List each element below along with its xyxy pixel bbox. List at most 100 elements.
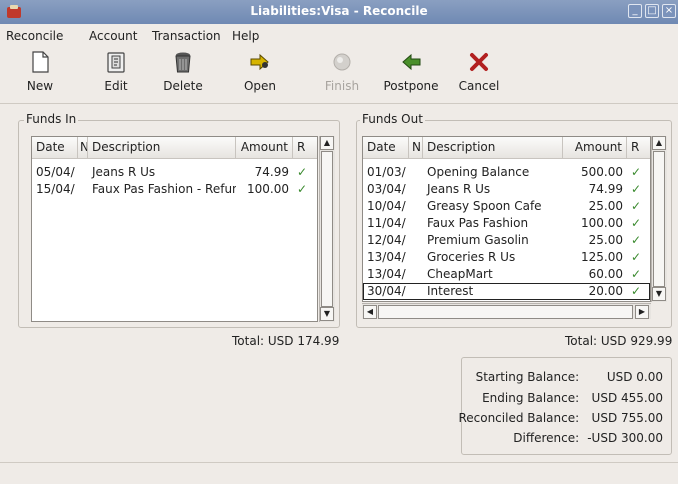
menu-help[interactable]: Help — [232, 29, 259, 43]
row-description: Interest — [427, 284, 474, 298]
row-date: 11/04/ — [367, 216, 406, 230]
row-description: Jeans R Us — [92, 165, 156, 179]
close-icon: × — [664, 5, 674, 16]
scroll-down-button[interactable]: ▼ — [320, 307, 334, 321]
reconciled-check-icon[interactable]: ✓ — [627, 283, 650, 300]
open-arrow-icon — [250, 53, 269, 71]
close-button[interactable]: × — [662, 4, 676, 18]
reconciled-check-icon[interactable]: ✓ — [627, 266, 650, 283]
funds-out-col-amount[interactable]: Amount — [563, 137, 627, 159]
new-document-icon — [32, 51, 49, 73]
funds-out-vscrollbar[interactable]: ▲ ▼ — [651, 136, 667, 302]
funds-out-label: Funds Out — [360, 112, 425, 126]
arrow-up-icon: ▲ — [655, 138, 663, 147]
reconciled-check-icon[interactable]: ✓ — [293, 164, 317, 181]
row-description: Faux Pas Fashion — [427, 216, 529, 230]
table-row[interactable]: 12/04/ Premium Gasolin 25.00 ✓ — [363, 232, 650, 249]
difference-row: Difference: -USD 300.00 — [513, 431, 663, 445]
scroll-thumb[interactable] — [321, 151, 333, 307]
funds-out-col-date[interactable]: Date — [363, 137, 409, 159]
funds-in-col-num-label: Num — [80, 140, 87, 154]
menu-account-label: Account — [89, 29, 138, 43]
menu-account[interactable]: Account — [89, 29, 137, 43]
maximize-icon: □ — [647, 5, 657, 16]
row-date: 10/04/ — [367, 199, 406, 213]
table-row[interactable]: 13/04/ CheapMart 60.00 ✓ — [363, 266, 650, 283]
scroll-left-button[interactable]: ◀ — [363, 305, 377, 319]
row-amount: 74.99 — [588, 182, 623, 196]
reconciled-check-icon[interactable]: ✓ — [627, 232, 650, 249]
row-date: 13/04/ — [367, 250, 406, 264]
reconciled-check-icon[interactable]: ✓ — [293, 181, 317, 198]
reconciled-check-icon[interactable]: ✓ — [627, 198, 650, 215]
title-bar[interactable]: Liabilities:Visa - Reconcile _ □ × — [0, 0, 678, 24]
arrow-right-icon: ▶ — [638, 307, 646, 316]
reconciled-check-icon[interactable]: ✓ — [627, 215, 650, 232]
scroll-down-button[interactable]: ▼ — [652, 287, 666, 301]
scroll-up-button[interactable]: ▲ — [320, 136, 334, 150]
row-date: 30/04/ — [367, 284, 406, 298]
table-row[interactable]: 01/03/ Opening Balance 500.00 ✓ — [363, 164, 650, 181]
menu-transaction[interactable]: Transaction — [152, 29, 221, 43]
funds-in-col-reconciled[interactable]: R — [293, 137, 317, 159]
funds-in-col-amount[interactable]: Amount — [236, 137, 293, 159]
funds-in-col-amount-label: Amount — [240, 140, 288, 154]
funds-in-col-description[interactable]: Description — [88, 137, 236, 159]
funds-out-col-num-label: N — [412, 140, 421, 154]
open-button[interactable]: Open — [240, 50, 280, 102]
funds-out-list[interactable]: Date N Description Amount R 01/03/ Openi… — [362, 136, 651, 302]
table-row[interactable]: 10/04/ Greasy Spoon Cafe 25.00 ✓ — [363, 198, 650, 215]
maximize-button[interactable]: □ — [645, 4, 659, 18]
reconciled-check-icon[interactable]: ✓ — [627, 181, 650, 198]
cancel-button[interactable]: Cancel — [456, 50, 502, 102]
arrow-down-icon: ▼ — [323, 309, 331, 318]
menu-reconcile-label: Reconcile — [6, 29, 64, 43]
funds-out-header: Date N Description Amount R — [363, 137, 650, 159]
finish-icon — [333, 53, 351, 71]
funds-in-col-date[interactable]: Date — [32, 137, 78, 159]
funds-out-col-reconciled-label: R — [631, 140, 640, 154]
funds-out-col-num[interactable]: N — [409, 137, 423, 159]
funds-in-list[interactable]: Date Num Description Amount R 05/04/ Jea… — [31, 136, 318, 322]
funds-in-vscrollbar[interactable]: ▲ ▼ — [319, 136, 335, 322]
reconciled-check-icon[interactable]: ✓ — [627, 249, 650, 266]
scroll-right-button[interactable]: ▶ — [635, 305, 649, 319]
arrow-left-icon: ◀ — [366, 307, 374, 316]
postpone-button[interactable]: Postpone — [380, 50, 442, 102]
funds-out-hscrollbar[interactable]: ◀ ▶ — [362, 303, 651, 319]
row-description: Premium Gasolin — [427, 233, 529, 247]
minimize-button[interactable]: _ — [628, 4, 642, 18]
row-date: 13/04/ — [367, 267, 406, 281]
difference-value: -USD 300.00 — [587, 431, 663, 445]
delete-button[interactable]: Delete — [160, 50, 206, 102]
balance-summary: Starting Balance: USD 0.00 Ending Balanc… — [458, 357, 672, 455]
finish-button[interactable]: Finish — [322, 50, 362, 102]
finish-label: Finish — [324, 79, 360, 93]
ending-balance-row: Ending Balance: USD 455.00 — [482, 391, 663, 405]
scroll-up-button[interactable]: ▲ — [652, 136, 666, 150]
table-row-selected[interactable]: 30/04/ Interest 20.00 ✓ — [363, 283, 650, 300]
edit-icon — [107, 52, 125, 73]
edit-label: Edit — [104, 79, 128, 93]
funds-in-total: Total: USD 174.99 — [232, 334, 340, 348]
menu-help-label: Help — [232, 29, 260, 43]
funds-out-col-description[interactable]: Description — [423, 137, 563, 159]
menu-reconcile[interactable]: Reconcile — [6, 29, 63, 43]
row-amount: 25.00 — [588, 233, 623, 247]
funds-out-col-reconciled[interactable]: R — [627, 137, 650, 159]
table-row[interactable]: 05/04/ Jeans R Us 74.99 ✓ — [32, 164, 317, 181]
difference-label: Difference: — [513, 431, 580, 445]
row-date: 03/04/ — [367, 182, 406, 196]
funds-in-col-num[interactable]: Num — [78, 137, 88, 159]
new-button[interactable]: New — [18, 50, 62, 102]
table-row[interactable]: 03/04/ Jeans R Us 74.99 ✓ — [363, 181, 650, 198]
table-row[interactable]: 15/04/ Faux Pas Fashion - Refund 100.00 … — [32, 181, 317, 198]
postpone-label: Postpone — [383, 79, 439, 93]
reconciled-check-icon[interactable]: ✓ — [627, 164, 650, 181]
cancel-x-icon — [470, 53, 488, 71]
scroll-thumb[interactable] — [653, 151, 665, 287]
table-row[interactable]: 13/04/ Groceries R Us 125.00 ✓ — [363, 249, 650, 266]
edit-button[interactable]: Edit — [96, 50, 136, 102]
table-row[interactable]: 11/04/ Faux Pas Fashion 100.00 ✓ — [363, 215, 650, 232]
hscroll-thumb[interactable] — [378, 305, 633, 319]
